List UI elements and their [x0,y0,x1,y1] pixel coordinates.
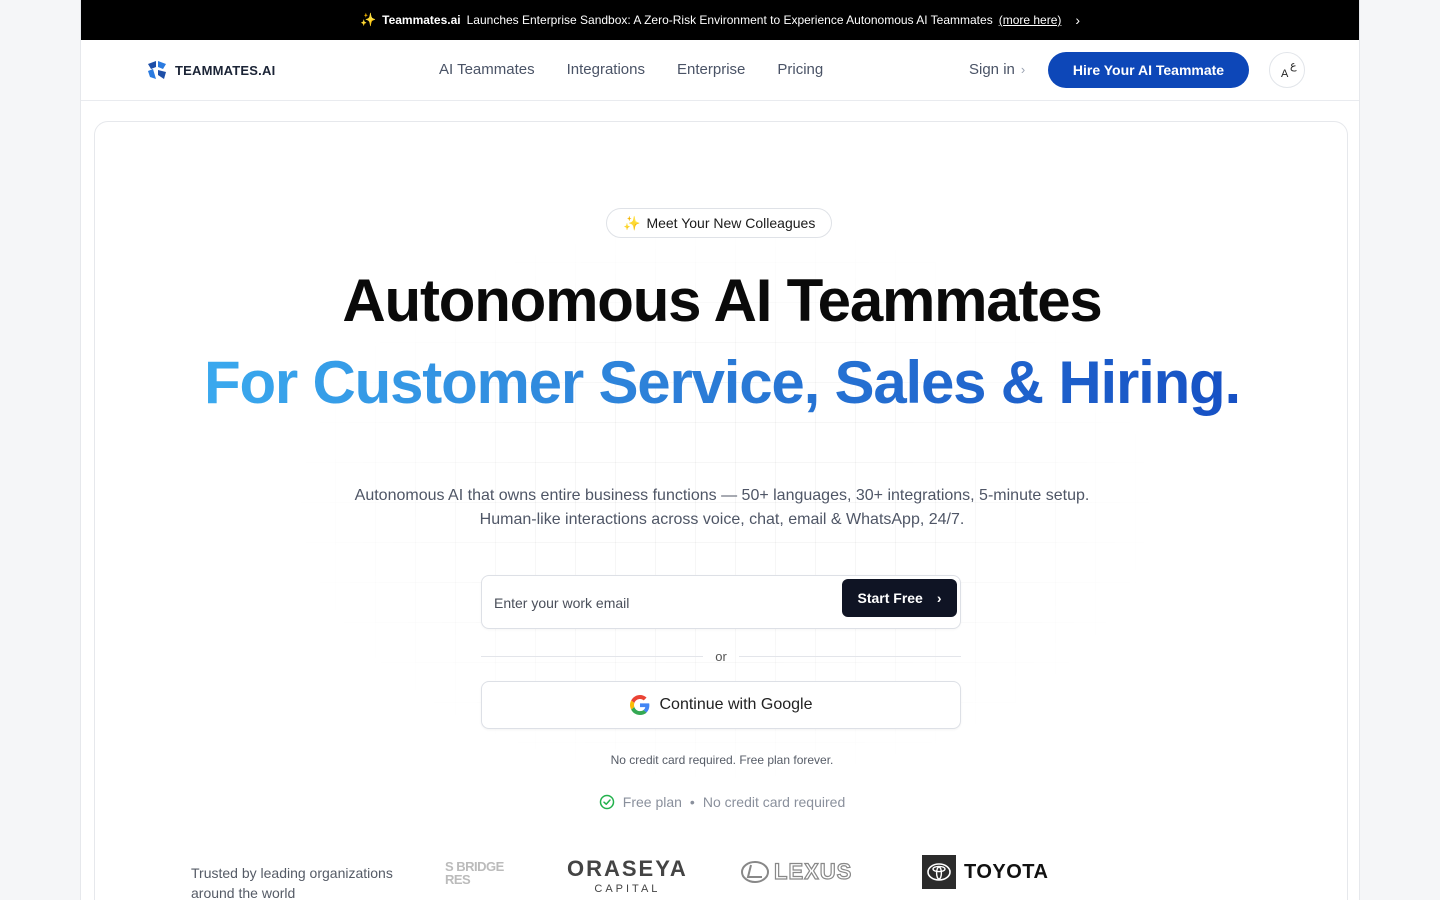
nav-link-pricing[interactable]: Pricing [777,61,823,78]
bridge-logo: S BRIDGE RES [445,860,504,887]
teammates-logo-icon [148,61,166,79]
sparkle-icon: ✨ [359,12,377,27]
logo-text: TEAMMATES.AI [175,62,276,78]
hero-description-line1: Autonomous AI that owns entire business … [354,487,1090,504]
sparkle-icon: ✨ [623,214,641,231]
trusted-by-label: Trusted by leading organizations around … [191,865,393,900]
hero-description: Autonomous AI that owns entire business … [95,484,1347,532]
hire-ai-teammate-button[interactable]: Hire Your AI Teammate [1048,52,1249,88]
page-frame: ✨ Teammates.ai Launches Enterprise Sandb… [80,0,1360,900]
no-card-label: No credit card required [702,794,846,810]
toyota-logo: TOYOTA [922,855,1048,889]
free-plan-label: Free plan [622,794,682,810]
toyota-logo-text: TOYOTA [964,860,1049,883]
google-icon [629,695,649,715]
hero-title: Autonomous AI Teammates [342,267,1102,334]
email-signup-form: Start Free › [481,575,961,629]
announcement-brand: Teammates.ai [382,13,461,27]
hero-subtitle-text: For Customer Service, Sales & Hiring. [204,349,1241,416]
nav-link-ai-teammates[interactable]: AI Teammates [439,61,535,78]
capital-logo-text: CAPITAL [594,883,661,895]
toyota-emblem-icon [922,855,956,889]
hero-description-line2: Human-like interactions across voice, ch… [479,511,965,528]
google-button-label: Continue with Google [659,696,813,713]
oraseya-capital-logo: ORASEYA CAPITAL [567,856,688,895]
check-circle-icon [599,794,615,810]
separator-dot: • [689,794,695,810]
language-icon-latin: A [1281,68,1289,80]
no-credit-card-note: No credit card required. Free plan forev… [610,753,834,767]
work-email-input[interactable] [494,590,824,616]
lexus-logo-text: LEXUS [773,858,853,884]
free-plan-row: Free plan • No credit card required [95,794,1347,810]
or-label: or [715,648,727,664]
signin-link[interactable]: Sign in › [969,61,1025,78]
chevron-right-icon[interactable]: › [1075,12,1080,28]
announcement-bar: ✨ Teammates.ai Launches Enterprise Sandb… [81,0,1359,40]
announcement-more-link[interactable]: (more here) [999,13,1062,27]
top-nav: TEAMMATES.AI AI Teammates Integrations E… [81,40,1359,101]
lexus-emblem-icon [741,861,769,883]
nav-link-enterprise[interactable]: Enterprise [677,61,745,78]
continue-with-google-button[interactable]: Continue with Google [481,681,961,729]
signin-label: Sign in [969,61,1015,78]
announcement-text: Launches Enterprise Sandbox: A Zero-Risk… [466,13,993,27]
hero-badge: ✨ Meet Your New Colleagues [606,208,833,238]
start-free-label: Start Free [857,590,923,606]
hero-subtitle: For Customer Service, Sales & Hiring. [95,348,1347,417]
or-divider: or [481,646,961,666]
start-free-button[interactable]: Start Free › [842,579,957,617]
language-icon-arabic: ع [1290,60,1297,72]
logo[interactable]: TEAMMATES.AI [145,58,275,82]
lexus-logo: LEXUS [740,858,853,885]
divider-line [738,655,961,657]
chevron-right-icon: › [1020,62,1026,77]
badge-label: Meet Your New Colleagues [646,215,816,231]
nav-link-integrations[interactable]: Integrations [567,61,645,78]
chevron-right-icon: › [936,590,942,606]
hero-card: ✨ Meet Your New Colleagues Autonomous AI… [94,121,1348,900]
oraseya-logo-text: ORASEYA [567,856,688,881]
language-toggle-button[interactable]: A ع [1269,52,1305,88]
divider-line [481,655,704,657]
nav-links: AI Teammates Integrations Enterprise Pri… [439,61,823,78]
